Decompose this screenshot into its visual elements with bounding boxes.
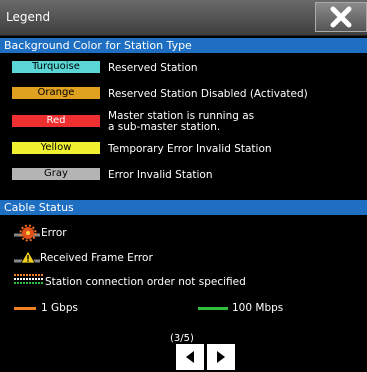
mbps-label: 100 Mbps — [232, 302, 284, 314]
reserved-station-label: Reserved Station — [108, 62, 198, 74]
error-invalid-label: Error Invalid Station — [108, 169, 213, 181]
reserved-disabled-label: Reserved Station Disabled (Activated) — [108, 88, 308, 100]
sub-master-label-line2: a sub-master station. — [108, 121, 221, 133]
gear-error-icon — [14, 224, 40, 242]
page-indicator: (3/5) — [170, 333, 194, 344]
title-bar: Legend — [0, 0, 367, 36]
mbps-line — [198, 307, 228, 310]
right-arrow-icon — [217, 351, 225, 363]
gbps-label: 1 Gbps — [41, 302, 78, 314]
warning-triangle-icon — [14, 250, 40, 264]
close-button[interactable] — [315, 2, 367, 32]
cable-status-section-header: Cable Status — [0, 200, 367, 215]
background-color-section-header: Background Color for Station Type — [0, 38, 367, 53]
prev-page-button[interactable] — [176, 344, 204, 370]
temporary-error-label: Temporary Error Invalid Station — [108, 143, 272, 155]
error-label: Error — [41, 227, 67, 239]
close-icon — [330, 6, 352, 28]
gbps-line — [14, 307, 36, 310]
turquoise-swatch: Turquoise — [12, 61, 100, 73]
orange-swatch: Orange — [12, 87, 100, 99]
gray-swatch: Gray — [12, 168, 100, 180]
yellow-swatch: Yellow — [12, 142, 100, 154]
received-frame-error-label: Received Frame Error — [40, 252, 153, 264]
order-not-specified-label: Station connection order not specified — [45, 276, 246, 288]
window-title: Legend — [6, 10, 51, 24]
next-page-button[interactable] — [207, 344, 235, 370]
connection-order-icon — [14, 274, 44, 284]
red-swatch: Red — [12, 115, 100, 127]
left-arrow-icon — [186, 351, 194, 363]
